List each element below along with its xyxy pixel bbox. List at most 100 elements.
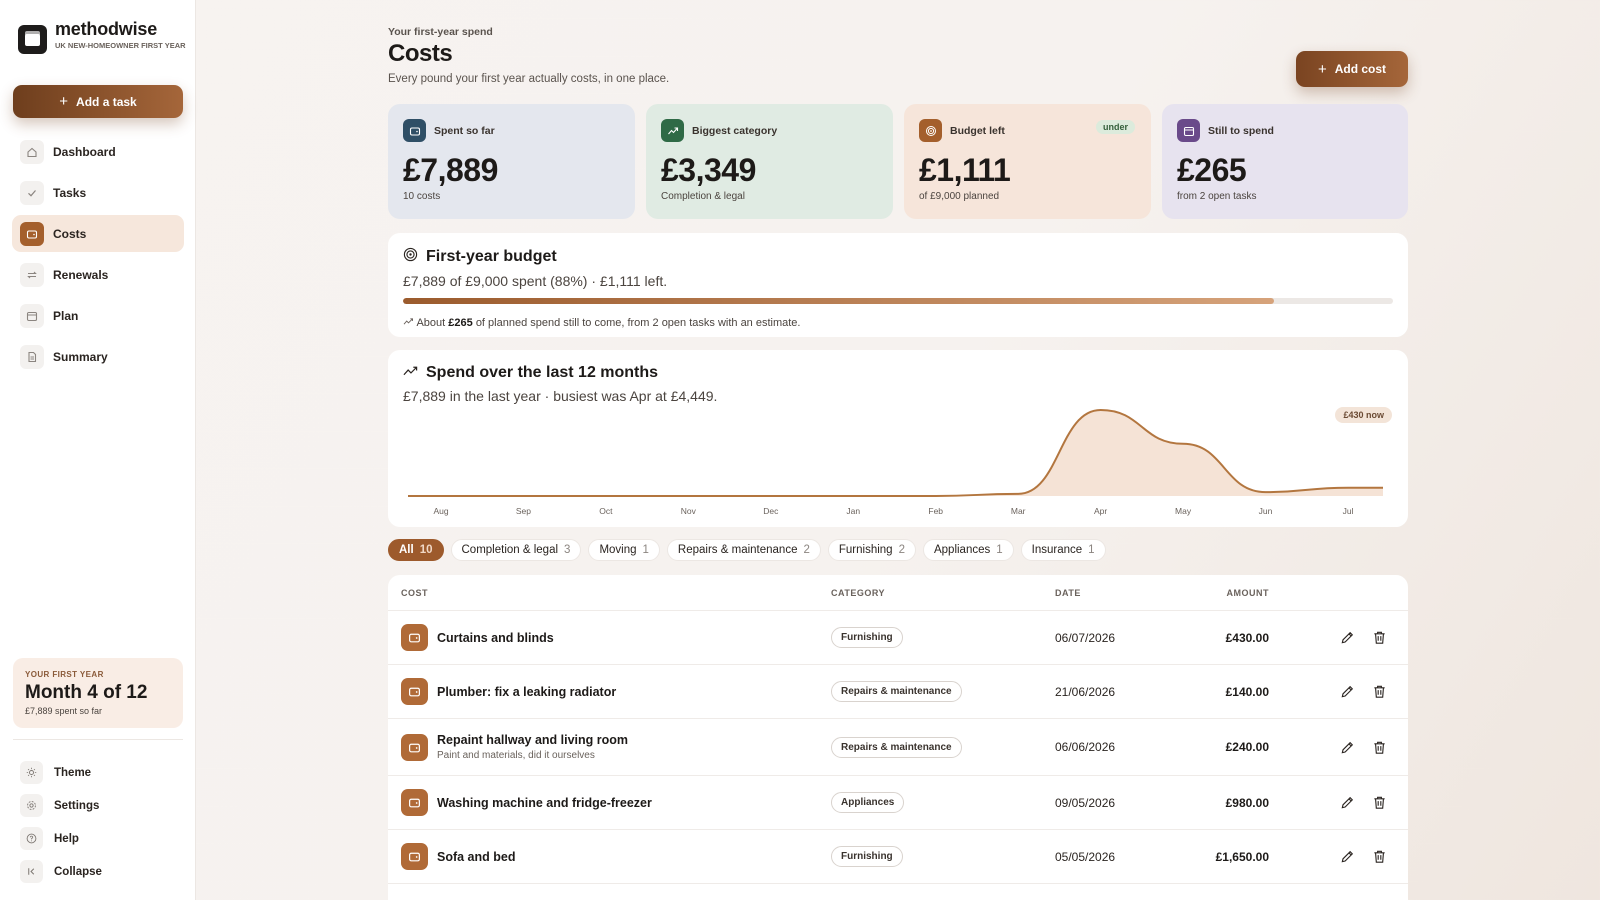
help-label: Help — [54, 832, 79, 845]
page-title: Costs — [388, 40, 453, 67]
edit-icon[interactable] — [1339, 794, 1356, 811]
trend-up-icon — [403, 364, 418, 382]
chip-count: 2 — [803, 544, 810, 556]
wallet-icon — [401, 843, 428, 870]
x-tick-label: Jul — [1343, 506, 1354, 516]
filter-chip-furnishing[interactable]: Furnishing 2 — [827, 539, 916, 561]
category-pill: Repairs & maintenance — [831, 736, 962, 758]
column-header-amount[interactable]: AMOUNT — [1205, 588, 1269, 598]
stat-value: £7,889 — [403, 152, 498, 188]
edit-icon[interactable] — [1339, 629, 1356, 646]
cost-cell: Repaint hallway and living room Paint and… — [388, 733, 831, 761]
chip-count: 1 — [996, 544, 1003, 556]
row-actions — [1339, 629, 1388, 646]
stat-card-still-to-spend: Still to spend £265 from 2 open tasks — [1162, 104, 1408, 219]
year-card-subtitle: £7,889 spent so far — [25, 706, 103, 716]
stat-subtext: 10 costs — [403, 191, 441, 202]
brand-subtitle: UK NEW-HOMEOWNER FIRST YEAR — [55, 41, 186, 50]
chip-count: 2 — [898, 544, 905, 556]
sidebar-item-plan[interactable]: Plan — [12, 297, 184, 334]
cost-note: Paint and materials, did it ourselves — [437, 750, 595, 761]
table-row[interactable]: Sofa and bed Furnishing 05/05/2026 £1,650.0… — [388, 830, 1408, 884]
category-cell: Furnishing — [831, 846, 1055, 867]
calendar-icon — [20, 303, 44, 328]
spend-area-chart: Aug Sep Oct Nov Dec Jan Feb Mar Apr May Jun Jul — [408, 408, 1383, 516]
spend-area-fill — [408, 410, 1383, 496]
wallet-icon — [401, 678, 428, 705]
help-button[interactable]: Help — [16, 822, 186, 855]
column-header-cost[interactable]: COST — [388, 588, 831, 598]
sidebar-item-costs[interactable]: Costs — [12, 215, 184, 252]
amount-cell: £1,650.00 — [1215, 849, 1269, 864]
table-row[interactable]: Curtains and blinds Furnishing 06/07/2026 £… — [388, 611, 1408, 665]
filter-chip-completion-legal[interactable]: Completion & legal 3 — [450, 539, 582, 561]
column-header-date[interactable]: DATE — [1055, 588, 1205, 598]
chip-label: Repairs & maintenance — [677, 544, 798, 556]
table-row[interactable]: Repaint hallway and living room Paint and… — [388, 719, 1408, 776]
trash-icon[interactable] — [1371, 794, 1388, 811]
wallet-icon — [401, 624, 428, 651]
filter-chip-all[interactable]: All 10 — [388, 539, 444, 561]
row-actions — [1339, 794, 1388, 811]
x-tick-label: Sep — [516, 506, 531, 516]
x-tick-label: Aug — [433, 506, 448, 516]
check-icon — [20, 180, 44, 205]
chip-count: 10 — [419, 544, 433, 556]
filter-chip-moving[interactable]: Moving 1 — [588, 539, 660, 561]
cost-name: Washing machine and fridge-freezer — [437, 795, 652, 810]
trash-icon[interactable] — [1371, 848, 1388, 865]
budget-note-amount: £265 — [448, 317, 473, 329]
add-task-button[interactable]: + Add a task — [13, 85, 183, 118]
theme-label: Theme — [54, 766, 92, 779]
wallet-icon — [20, 221, 44, 246]
sidebar-item-renewals[interactable]: Renewals — [12, 256, 184, 293]
page-eyebrow: Your first-year spend — [388, 26, 493, 38]
date-cell: 09/05/2026 — [1055, 795, 1116, 810]
filter-chip-appliances[interactable]: Appliances 1 — [922, 539, 1014, 561]
edit-icon[interactable] — [1339, 848, 1356, 865]
sidebar-item-label: Dashboard — [53, 144, 116, 159]
collapse-label: Collapse — [54, 865, 102, 878]
sidebar-item-dashboard[interactable]: Dashboard — [12, 133, 184, 170]
x-tick-label: Nov — [681, 506, 697, 516]
date-cell: 05/05/2026 — [1055, 849, 1116, 864]
target-icon — [919, 119, 942, 142]
amount-cell: £980.00 — [1225, 795, 1269, 810]
edit-icon[interactable] — [1339, 683, 1356, 700]
row-actions — [1339, 683, 1388, 700]
x-tick-label: Apr — [1094, 506, 1107, 516]
category-pill: Furnishing — [831, 627, 903, 648]
filter-chip-insurance[interactable]: Insurance 1 — [1020, 539, 1106, 561]
sidebar-item-tasks[interactable]: Tasks — [12, 174, 184, 211]
x-tick-label: May — [1175, 506, 1192, 516]
x-tick-label: Jan — [846, 506, 860, 516]
stat-subtext: Completion & legal — [661, 191, 745, 202]
sidebar-item-summary[interactable]: Summary — [12, 338, 184, 375]
x-tick-label: Dec — [763, 506, 779, 516]
filter-chip-repairs[interactable]: Repairs & maintenance 2 — [666, 539, 821, 561]
home-icon — [20, 139, 44, 164]
sidebar-item-label: Costs — [53, 226, 87, 241]
cost-name: Sofa and bed — [437, 849, 516, 864]
chip-label: Furnishing — [838, 544, 893, 556]
column-header-category[interactable]: CATEGORY — [831, 588, 1055, 598]
table-row[interactable]: Plumber: fix a leaking radiator Repairs &… — [388, 665, 1408, 719]
trash-icon[interactable] — [1371, 629, 1388, 646]
table-row[interactable]: Washing machine and fridge-freezer Applia… — [388, 776, 1408, 830]
settings-button[interactable]: Settings — [16, 789, 186, 822]
edit-icon[interactable] — [1339, 739, 1356, 756]
brand[interactable]: methodwise UK NEW-HOMEOWNER FIRST YEAR — [18, 18, 188, 54]
collapse-button[interactable]: Collapse — [16, 855, 186, 888]
budget-note: About £265 of planned spend still to com… — [403, 317, 1393, 329]
sidebar-item-label: Summary — [53, 349, 108, 364]
trash-icon[interactable] — [1371, 683, 1388, 700]
cost-cell: Sofa and bed — [388, 843, 831, 870]
category-pill: Appliances — [831, 792, 905, 813]
add-cost-button[interactable]: + Add cost — [1296, 51, 1408, 87]
trash-icon[interactable] — [1371, 739, 1388, 756]
trend-up-icon — [403, 317, 414, 329]
x-tick-label: Oct — [599, 506, 613, 516]
spend-title: Spend over the last 12 months — [426, 364, 659, 381]
theme-button[interactable]: Theme — [16, 756, 186, 789]
status-badge: under — [1095, 120, 1135, 134]
